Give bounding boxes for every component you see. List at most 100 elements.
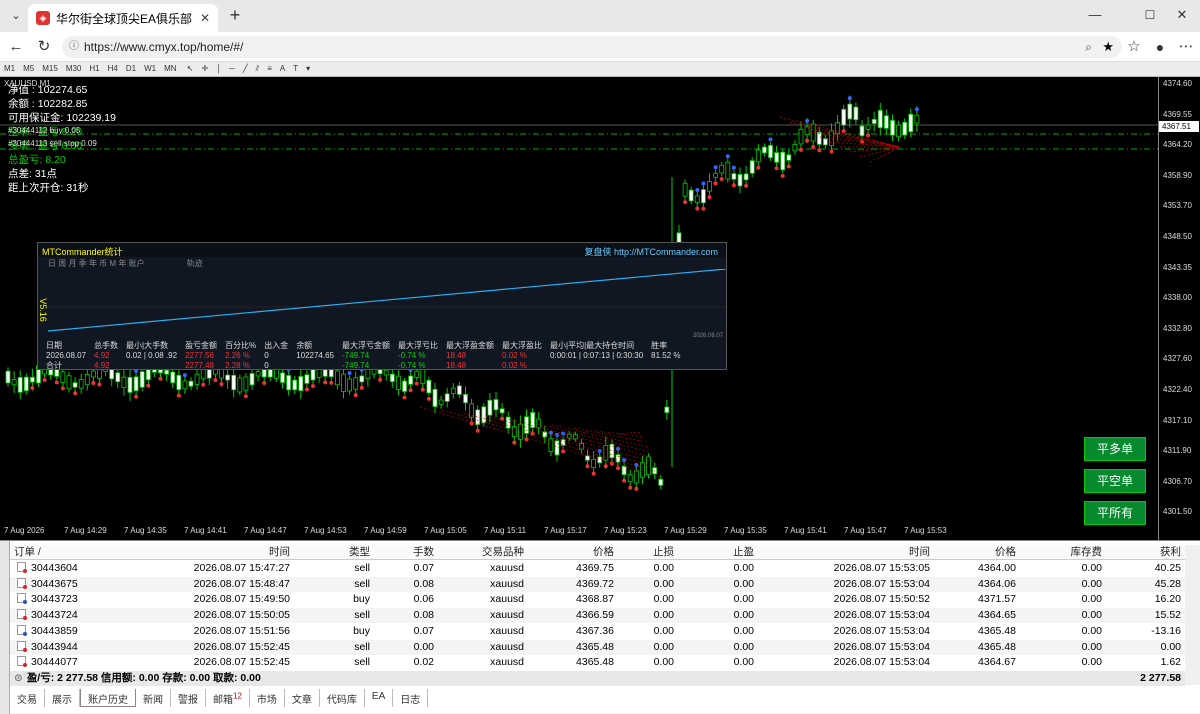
column-header-open_time[interactable]: 时间 bbox=[120, 545, 290, 560]
text-tool-icon[interactable]: A bbox=[276, 62, 289, 75]
column-header-swap[interactable]: 库存费 bbox=[1022, 545, 1103, 560]
maximize-icon[interactable]: ☐ bbox=[1140, 5, 1160, 25]
favorites-icon[interactable]: ☆ bbox=[1124, 37, 1144, 57]
terminal-tab-0[interactable]: 交易 bbox=[10, 689, 45, 707]
table-row[interactable]: 30444077 2026.08.07 15:52:45 sell 0.02 xauus… bbox=[10, 655, 1185, 670]
horizontal-line-tool-icon[interactable]: ─ bbox=[225, 62, 239, 75]
close-all-button[interactable]: 平所有 bbox=[1084, 501, 1146, 525]
column-header-profit[interactable]: 获利 bbox=[1108, 545, 1181, 560]
mtc-tab-account[interactable]: 账户 bbox=[129, 259, 145, 268]
label-tool-icon[interactable]: T bbox=[289, 62, 302, 75]
timeframe-m5[interactable]: M5 bbox=[19, 62, 38, 75]
terminal-tab-8[interactable]: 代码库 bbox=[320, 689, 365, 707]
terminal-tab-4[interactable]: 警报 bbox=[171, 689, 206, 707]
terminal-tab-2[interactable]: 账户历史 bbox=[80, 689, 136, 707]
fibonacci-tool-icon[interactable]: ≡ bbox=[263, 62, 276, 75]
terminal-tab-10[interactable]: 日志 bbox=[393, 689, 429, 707]
favorite-star-icon[interactable]: ★ bbox=[1102, 36, 1114, 58]
mtc-tab-currency[interactable]: 币 bbox=[99, 259, 107, 268]
back-icon[interactable]: ← bbox=[6, 37, 26, 57]
timeframe-m1[interactable]: M1 bbox=[0, 62, 19, 75]
timeframe-h1[interactable]: H1 bbox=[85, 62, 103, 75]
table-row[interactable]: 30443675 2026.08.07 15:48:47 sell 0.08 xauus… bbox=[10, 576, 1185, 592]
mtc-tab-year[interactable]: 年 bbox=[89, 259, 97, 268]
column-header-order[interactable]: 订单 / bbox=[14, 545, 114, 560]
close-long-button[interactable]: 平多单 bbox=[1084, 437, 1146, 461]
terminal-tab-9[interactable]: EA bbox=[365, 689, 394, 707]
mtc-tab-year2[interactable]: 年 bbox=[118, 259, 126, 268]
cell-type: sell bbox=[354, 577, 370, 590]
reload-icon[interactable]: ↻ bbox=[34, 37, 54, 57]
mtc-cell: 0 bbox=[264, 351, 269, 360]
time-tick: 7 Aug 14:53 bbox=[304, 526, 347, 535]
timeframe-w1[interactable]: W1 bbox=[140, 62, 160, 75]
timeframe-m30[interactable]: M30 bbox=[62, 62, 86, 75]
terminal-tab-5[interactable]: 邮箱12 bbox=[206, 689, 250, 707]
cursor-tool-icon[interactable]: ↖ bbox=[183, 62, 198, 75]
new-tab-icon[interactable]: + bbox=[225, 5, 245, 25]
table-row[interactable]: 30443859 2026.08.07 15:51:56 buy 0.07 xauusd… bbox=[10, 624, 1185, 639]
cell-lots: 0.07 bbox=[413, 562, 434, 574]
cell-close_time: 2026.08.07 15:50:52 bbox=[833, 593, 930, 606]
column-header-close_time[interactable]: 时间 bbox=[760, 545, 930, 560]
column-header-close_price[interactable]: 价格 bbox=[936, 545, 1016, 560]
timeframe-d1[interactable]: D1 bbox=[122, 62, 140, 75]
crosshair-tool-icon[interactable]: ✛ bbox=[197, 62, 212, 75]
table-row[interactable]: 30443604 2026.08.07 15:47:27 sell 0.07 xauus… bbox=[10, 561, 1185, 576]
mtc-tab-week[interactable]: 周 bbox=[58, 259, 66, 268]
terminal-tab-6[interactable]: 市场 bbox=[250, 689, 285, 707]
tab-list-chevron-icon[interactable]: ⌄ bbox=[6, 6, 26, 26]
price-tick: 4322.40 bbox=[1163, 385, 1192, 394]
terminal-tab-label: 新闻 bbox=[143, 695, 163, 706]
column-header-tp[interactable]: 止盈 bbox=[680, 545, 754, 560]
cell-close_price: 4364.06 bbox=[978, 577, 1016, 590]
channel-tool-icon[interactable]: ⫽ bbox=[252, 62, 264, 76]
mtc-tab-month[interactable]: 月 bbox=[68, 259, 76, 268]
close-window-icon[interactable]: ✕ bbox=[1172, 5, 1192, 25]
mtc-tab-quarter[interactable]: 季 bbox=[79, 259, 87, 268]
close-short-button[interactable]: 平空单 bbox=[1084, 469, 1146, 493]
cell-swap: 0.00 bbox=[1081, 624, 1102, 637]
mtc-col-header: 最小|平均|最大持仓时间 bbox=[550, 341, 635, 350]
profile-avatar-icon[interactable]: ● bbox=[1150, 37, 1170, 57]
cell-tp: 0.00 bbox=[733, 577, 754, 590]
mtc-tab-day[interactable]: 日 bbox=[48, 259, 56, 268]
cell-close_price: 4364.67 bbox=[978, 656, 1016, 669]
shapes-tool-icon[interactable]: ▾ bbox=[302, 62, 314, 75]
mtc-cell: -749.74 bbox=[342, 351, 370, 360]
terminal-tab-3[interactable]: 新闻 bbox=[136, 689, 171, 707]
url-input[interactable]: ⓘ https://www.cmyx.top/home/#/ ⌕ ★ bbox=[62, 36, 1122, 58]
cell-close_time: 2026.08.07 15:53:04 bbox=[833, 577, 930, 590]
price-chart[interactable]: XAUUSD,M1 净值 : 102274.65 余额 : 102282.85 … bbox=[0, 77, 1200, 540]
close-tab-icon[interactable]: ✕ bbox=[200, 11, 210, 25]
column-header-open_price[interactable]: 价格 bbox=[530, 545, 614, 560]
zoom-icon[interactable]: ⌕ bbox=[1085, 36, 1092, 58]
terminal-scrollbar[interactable] bbox=[1185, 545, 1200, 685]
site-favicon-icon: ◈ bbox=[36, 11, 50, 25]
timeframe-mn[interactable]: MN bbox=[160, 62, 180, 75]
mail-count-badge: 12 bbox=[233, 691, 242, 701]
mtc-tab-track[interactable]: 轨迹 bbox=[187, 259, 203, 268]
column-header-symbol[interactable]: 交易品种 bbox=[440, 545, 524, 560]
vertical-line-tool-icon[interactable]: │ bbox=[212, 62, 225, 75]
timeframe-m15[interactable]: M15 bbox=[38, 62, 62, 75]
cell-swap: 0.00 bbox=[1081, 562, 1102, 574]
mtc-link[interactable]: 复盘侠 http://MTCommander.com bbox=[584, 245, 718, 258]
column-header-lots[interactable]: 手数 bbox=[380, 545, 434, 560]
terminal-tab-1[interactable]: 展示 bbox=[45, 689, 80, 707]
site-info-icon[interactable]: ⓘ bbox=[69, 36, 79, 58]
timeframe-h4[interactable]: H4 bbox=[104, 62, 122, 75]
more-menu-icon[interactable]: ⋯ bbox=[1176, 37, 1196, 57]
table-row[interactable]: 30443944 2026.08.07 15:52:45 sell 0.00 xauus… bbox=[10, 639, 1185, 655]
mtc-col-header: 胜率 bbox=[651, 341, 668, 350]
table-row[interactable]: 30443724 2026.08.07 15:50:05 sell 0.08 xauus… bbox=[10, 608, 1185, 624]
terminal-tab-7[interactable]: 文章 bbox=[285, 689, 320, 707]
mtc-tab-m[interactable]: M bbox=[109, 259, 116, 268]
time-tick: 7 Aug 14:35 bbox=[124, 526, 167, 535]
table-row[interactable]: 30443723 2026.08.07 15:49:50 buy 0.06 xauusd… bbox=[10, 592, 1185, 607]
column-header-sl[interactable]: 止损 bbox=[620, 545, 674, 560]
browser-tab[interactable]: ◈ 华尔街全球顶尖EA俱乐部 ✕ bbox=[28, 4, 218, 32]
column-header-type[interactable]: 类型 bbox=[300, 545, 370, 560]
trendline-tool-icon[interactable]: ╱ bbox=[239, 62, 252, 75]
minimize-icon[interactable]: — bbox=[1085, 5, 1105, 25]
